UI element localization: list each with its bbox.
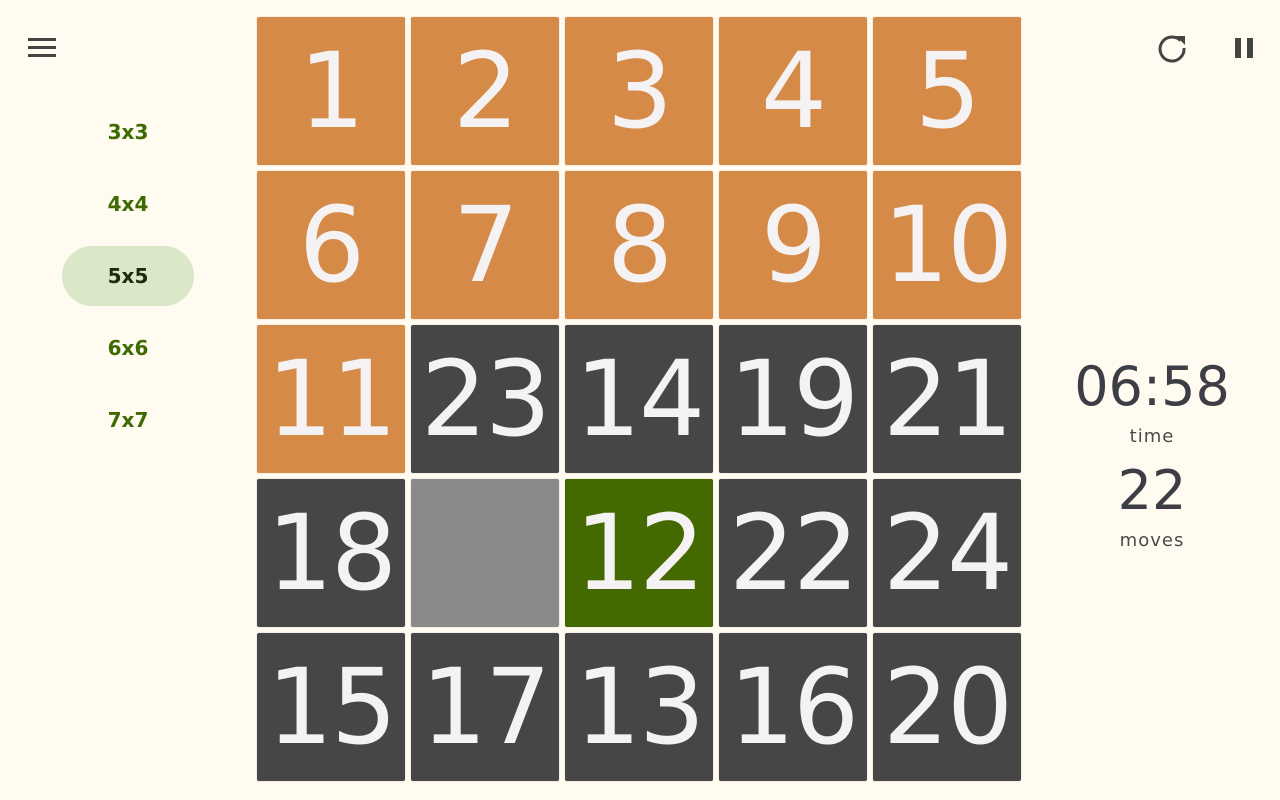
tile-16[interactable]: 16 — [718, 632, 868, 782]
size-selector: 3x3 4x4 5x5 6x6 7x7 — [62, 102, 194, 462]
restart-button[interactable] — [1152, 28, 1192, 68]
size-option-4x4[interactable]: 4x4 — [62, 174, 194, 234]
tile-7[interactable]: 7 — [410, 170, 560, 320]
tile-13[interactable]: 13 — [564, 632, 714, 782]
tile-12[interactable]: 12 — [564, 478, 714, 628]
size-option-6x6[interactable]: 6x6 — [62, 318, 194, 378]
moves-label: moves — [1119, 530, 1185, 551]
tile-9[interactable]: 9 — [718, 170, 868, 320]
tile-24[interactable]: 24 — [872, 478, 1022, 628]
size-option-3x3[interactable]: 3x3 — [62, 102, 194, 162]
empty-slot — [410, 478, 560, 628]
tile-23[interactable]: 23 — [410, 324, 560, 474]
tile-11[interactable]: 11 — [256, 324, 406, 474]
pause-button[interactable] — [1224, 28, 1264, 68]
tile-5[interactable]: 5 — [872, 16, 1022, 166]
menu-button[interactable] — [22, 28, 62, 68]
tile-2[interactable]: 2 — [410, 16, 560, 166]
tile-17[interactable]: 17 — [410, 632, 560, 782]
tile-19[interactable]: 19 — [718, 324, 868, 474]
time-stat: 06:58 time — [1072, 355, 1232, 448]
tile-15[interactable]: 15 — [256, 632, 406, 782]
tile-18[interactable]: 18 — [256, 478, 406, 628]
puzzle-board: 1 2 3 4 5 6 7 8 9 10 11 23 14 19 21 18 12 22 24 15 17 13 16 20 — [255, 15, 1025, 785]
menu-icon — [28, 38, 56, 57]
tile-4[interactable]: 4 — [718, 16, 868, 166]
moves-stat: 22 moves — [1072, 459, 1232, 552]
tile-6[interactable]: 6 — [256, 170, 406, 320]
tile-3[interactable]: 3 — [564, 16, 714, 166]
tile-21[interactable]: 21 — [872, 324, 1022, 474]
tile-14[interactable]: 14 — [564, 324, 714, 474]
tile-8[interactable]: 8 — [564, 170, 714, 320]
restart-icon — [1158, 35, 1186, 63]
time-label: time — [1129, 426, 1175, 447]
tile-22[interactable]: 22 — [718, 478, 868, 628]
time-value: 06:58 — [1074, 355, 1230, 418]
size-option-7x7[interactable]: 7x7 — [62, 390, 194, 450]
tile-1[interactable]: 1 — [256, 16, 406, 166]
tile-10[interactable]: 10 — [872, 170, 1022, 320]
tile-20[interactable]: 20 — [872, 632, 1022, 782]
size-option-5x5[interactable]: 5x5 — [62, 246, 194, 306]
moves-value: 22 — [1117, 459, 1187, 522]
pause-icon — [1235, 38, 1253, 58]
